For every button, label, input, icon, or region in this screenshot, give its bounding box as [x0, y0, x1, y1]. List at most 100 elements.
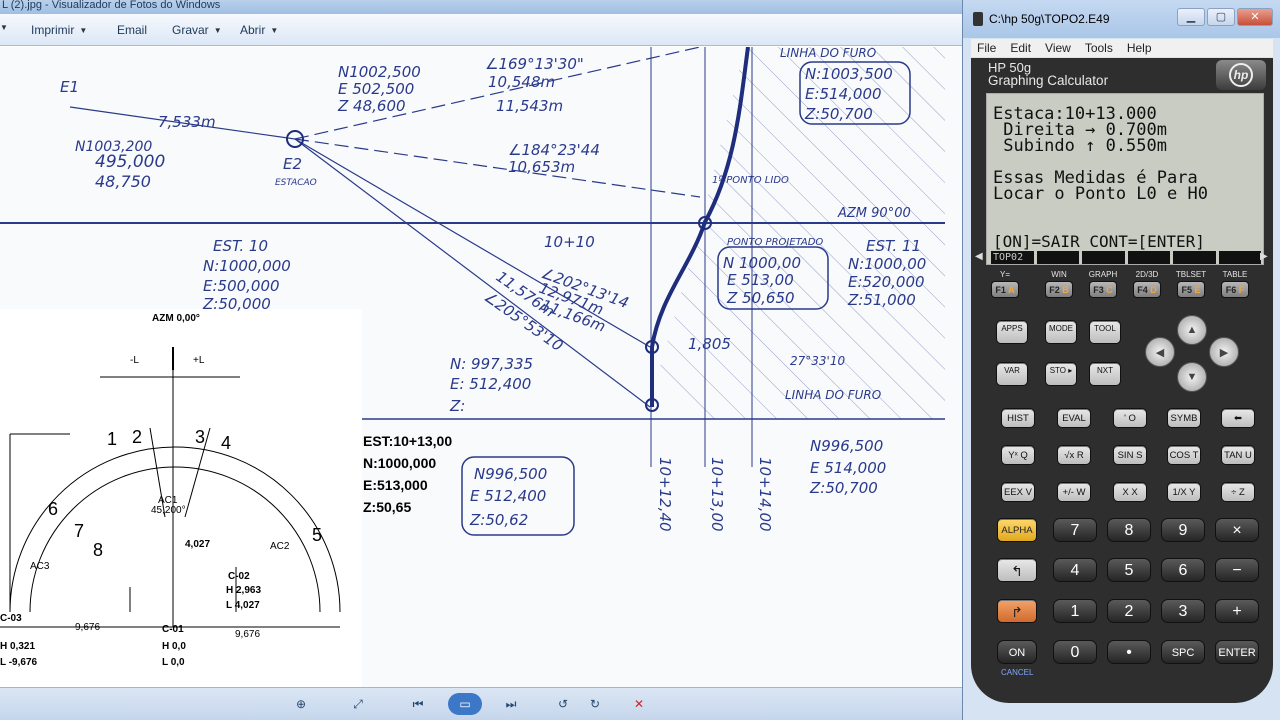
rotate-cw-icon[interactable]: ↻	[582, 693, 608, 715]
menu-view[interactable]: View	[1045, 41, 1071, 55]
svg-text:E2: E2	[283, 155, 302, 173]
slideshow-icon[interactable]: ▭	[448, 693, 482, 715]
svg-text:E: 512,400: E: 512,400	[450, 375, 531, 393]
svg-text:ESTACAO: ESTACAO	[275, 178, 317, 188]
on-key[interactable]: ON	[997, 640, 1037, 664]
menu-help[interactable]: Help	[1127, 41, 1152, 55]
enter-key[interactable]: ENTER	[1215, 640, 1259, 664]
right-arrow-key[interactable]: ▶	[1209, 337, 1239, 367]
fkey-top-label: TABLE	[1222, 270, 1248, 279]
svg-text:495,000: 495,000	[95, 152, 165, 172]
menu-edit[interactable]: Edit	[1010, 41, 1031, 55]
sqrt-key[interactable]: √x R	[1057, 445, 1091, 465]
menu-file[interactable]: File	[977, 41, 996, 55]
fkey-top-label: GRAPH	[1088, 270, 1118, 279]
x-key[interactable]: X X	[1113, 482, 1147, 502]
fkey-top-label: 2D/3D	[1135, 270, 1159, 279]
print-menu[interactable]: Imprimir ▼	[31, 23, 87, 37]
nxt-key[interactable]: NXT	[1089, 362, 1121, 386]
actual-size-icon[interactable]: ⤢	[345, 693, 371, 715]
f1-key[interactable]: F1 A	[991, 281, 1019, 298]
viewer-titlebar[interactable]: L (2).jpg - Visualizador de Fotos do Win…	[0, 0, 962, 14]
svg-text:45,200°: 45,200°	[151, 505, 186, 516]
sto-key[interactable]: STO ▸	[1045, 362, 1077, 386]
key-5[interactable]: 5	[1107, 558, 1151, 582]
svg-text:E 512,400: E 512,400	[470, 487, 546, 505]
tool-key[interactable]: TOOL	[1089, 320, 1121, 344]
hist-key[interactable]: HIST	[1001, 408, 1035, 428]
svg-text:C-02: C-02	[228, 571, 250, 582]
chevron-down-icon: ▼	[213, 25, 222, 35]
svg-text:E 502,500: E 502,500	[338, 80, 414, 98]
photo-canvas[interactable]: N1002,500 E 502,500 Z 48,600 ∠169°13'30"…	[0, 47, 962, 687]
svg-text:8: 8	[93, 540, 103, 560]
maximize-button[interactable]: ▢	[1207, 8, 1235, 26]
inverse-key[interactable]: 1/X Y	[1167, 482, 1201, 502]
key-1[interactable]: 1	[1053, 599, 1097, 623]
f6-key[interactable]: F6 F	[1221, 281, 1249, 298]
f5-key[interactable]: F5 E	[1177, 281, 1205, 298]
plus-key[interactable]: +	[1215, 599, 1259, 623]
power-key[interactable]: Yˣ Q	[1001, 445, 1035, 465]
email-label: Email	[117, 23, 148, 37]
down-arrow-key[interactable]: ▼	[1177, 362, 1207, 392]
left-arrow-key[interactable]: ◀	[1145, 337, 1175, 367]
sign-key[interactable]: +/- W	[1057, 482, 1091, 502]
key-8[interactable]: 8	[1107, 518, 1151, 542]
softmenu-tab	[1218, 251, 1261, 264]
spc-key[interactable]: SPC	[1161, 640, 1205, 664]
backspace-key[interactable]: ⬅	[1221, 408, 1255, 428]
minus-key[interactable]: −	[1215, 558, 1259, 582]
rotate-ccw-icon[interactable]: ↺	[550, 693, 576, 715]
eval-key[interactable]: EVAL	[1057, 408, 1091, 428]
alpha-key[interactable]: ALPHA	[997, 518, 1037, 542]
key-7[interactable]: 7	[1053, 518, 1097, 542]
delete-icon[interactable]: ✕	[626, 693, 652, 715]
next-icon[interactable]: ⏭	[498, 693, 524, 715]
up-arrow-key[interactable]: ▲	[1177, 315, 1207, 345]
emulator-menubar: File Edit View Tools Help	[971, 39, 1273, 57]
mode-key[interactable]: MODE	[1045, 320, 1077, 344]
emulator-titlebar[interactable]: C:\hp 50g\TOPO2.E49 ▁ ▢ ✕	[963, 0, 1280, 38]
key-3[interactable]: 3	[1161, 599, 1205, 623]
menu-tools[interactable]: Tools	[1085, 41, 1113, 55]
key-6[interactable]: 6	[1161, 558, 1205, 582]
open-menu[interactable]: Abrir ▼	[240, 23, 278, 37]
f2-key[interactable]: F2 B	[1045, 281, 1073, 298]
key-9[interactable]: 9	[1161, 518, 1205, 542]
sin-key[interactable]: SIN S	[1113, 445, 1147, 465]
previous-icon[interactable]: ⏮	[405, 693, 431, 715]
symb-key[interactable]: SYMB	[1167, 408, 1201, 428]
svg-text:H 0,0: H 0,0	[162, 641, 186, 652]
chevron-down-icon: ▼	[270, 25, 279, 35]
viewer-statusbar: ⊕ ⤢ ⏮ ▭ ⏭ ↺ ↻ ✕	[0, 687, 962, 720]
close-button[interactable]: ✕	[1237, 8, 1273, 26]
apps-key[interactable]: APPS	[996, 320, 1028, 344]
svg-text:EST. 10: EST. 10	[213, 237, 268, 255]
minimize-button[interactable]: ▁	[1177, 8, 1205, 26]
f3-key[interactable]: F3 C	[1089, 281, 1117, 298]
left-shift-key[interactable]: ↰	[997, 558, 1037, 582]
cos-key[interactable]: COS T	[1167, 445, 1201, 465]
eex-key[interactable]: EEX V	[1001, 482, 1035, 502]
svg-text:AZM 0,00°: AZM 0,00°	[152, 313, 200, 324]
divide-key[interactable]: ÷ Z	[1221, 482, 1255, 502]
burn-menu[interactable]: Gravar ▼	[172, 23, 222, 37]
key-4[interactable]: 4	[1053, 558, 1097, 582]
svg-text:10,548m: 10,548m	[488, 73, 555, 91]
right-shift-key[interactable]: ↱	[997, 599, 1037, 623]
quote-key[interactable]: ' O	[1113, 408, 1147, 428]
svg-text:Z:50,62: Z:50,62	[469, 511, 528, 529]
tan-key[interactable]: TAN U	[1221, 445, 1255, 465]
zoom-icon[interactable]: ⊕	[288, 693, 314, 715]
email-button[interactable]: Email	[117, 23, 147, 37]
file-menu-caret[interactable]: ▼	[0, 23, 8, 32]
decimal-key[interactable]: •	[1107, 640, 1151, 664]
svg-text:11,543m: 11,543m	[496, 97, 563, 115]
softmenu-tab	[1036, 251, 1079, 264]
key-2[interactable]: 2	[1107, 599, 1151, 623]
f4-key[interactable]: F4 D	[1133, 281, 1161, 298]
key-0[interactable]: 0	[1053, 640, 1097, 664]
var-key[interactable]: VAR	[996, 362, 1028, 386]
multiply-key[interactable]: ×	[1215, 518, 1259, 542]
